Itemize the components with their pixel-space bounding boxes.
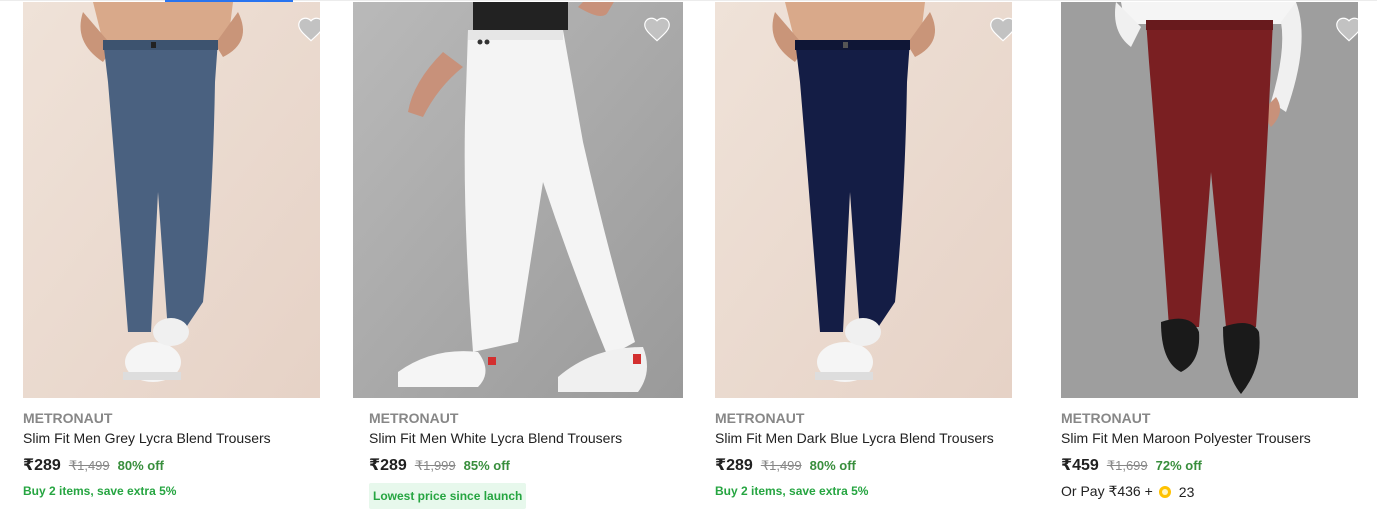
- white-trousers-photo: [353, 2, 683, 398]
- lowest-price-badge: Lowest price since launch: [369, 483, 527, 509]
- product-image[interactable]: [1061, 2, 1358, 398]
- discount-percent: 80% off: [117, 458, 164, 473]
- heart-icon: [1336, 17, 1358, 42]
- heart-icon: [644, 17, 670, 42]
- original-price: ₹1,999: [414, 458, 456, 473]
- wishlist-heart-icon[interactable]: [297, 16, 320, 42]
- discount-percent: 80% off: [809, 458, 856, 473]
- coin-count: 23: [1178, 483, 1195, 500]
- grey-trousers-photo: [23, 2, 320, 398]
- maroon-trousers-photo: [1061, 2, 1358, 398]
- product-title-link[interactable]: Slim Fit Men Grey Lycra Blend Trousers: [23, 430, 271, 446]
- wishlist-heart-icon[interactable]: [1335, 16, 1358, 42]
- product-card-white-trousers[interactable]: METRONAUT Slim Fit Men White Lycra Blend…: [353, 2, 683, 509]
- product-brand: METRONAUT: [715, 410, 805, 426]
- original-price: ₹1,499: [760, 458, 802, 473]
- original-price: ₹1,499: [68, 458, 110, 473]
- product-title-link[interactable]: Slim Fit Men Maroon Polyester Trousers: [1061, 430, 1311, 446]
- product-card-maroon-trousers[interactable]: METRONAUT Slim Fit Men Maroon Polyester …: [1061, 2, 1358, 500]
- price-row: ₹289 ₹1,999 85% off: [369, 455, 510, 475]
- product-brand: METRONAUT: [1061, 410, 1151, 426]
- original-price: ₹1,699: [1106, 458, 1148, 473]
- wishlist-heart-icon[interactable]: [643, 16, 671, 42]
- bundle-offer: Buy 2 items, save extra 5%: [715, 484, 869, 498]
- selling-price: ₹459: [1061, 457, 1099, 474]
- product-card-dark-blue-trousers[interactable]: METRONAUT Slim Fit Men Dark Blue Lycra B…: [715, 2, 1012, 498]
- product-card-grey-trousers[interactable]: METRONAUT Slim Fit Men Grey Lycra Blend …: [23, 2, 320, 498]
- dark-blue-trousers-photo: [715, 2, 1012, 398]
- product-brand: METRONAUT: [23, 410, 113, 426]
- selling-price: ₹289: [23, 457, 61, 474]
- pay-with-coins: Or Pay ₹436 + 23: [1061, 483, 1194, 500]
- product-image[interactable]: [353, 2, 683, 398]
- product-image[interactable]: [715, 2, 1012, 398]
- wishlist-heart-icon[interactable]: [989, 16, 1012, 42]
- supercoin-icon: [1158, 485, 1171, 498]
- selling-price: ₹289: [715, 457, 753, 474]
- discount-percent: 85% off: [463, 458, 510, 473]
- price-row: ₹289 ₹1,499 80% off: [715, 455, 856, 475]
- product-title-link[interactable]: Slim Fit Men White Lycra Blend Trousers: [369, 430, 622, 446]
- product-image[interactable]: [23, 2, 320, 398]
- price-row: ₹459 ₹1,699 72% off: [1061, 455, 1202, 475]
- heart-icon: [990, 17, 1012, 42]
- product-brand: METRONAUT: [369, 410, 459, 426]
- selling-price: ₹289: [369, 457, 407, 474]
- bundle-offer: Buy 2 items, save extra 5%: [23, 484, 177, 498]
- pay-with-coins-text: Or Pay ₹436 +: [1061, 483, 1153, 499]
- price-row: ₹289 ₹1,499 80% off: [23, 455, 164, 475]
- heart-icon: [298, 17, 320, 42]
- discount-percent: 72% off: [1155, 458, 1202, 473]
- product-title-link[interactable]: Slim Fit Men Dark Blue Lycra Blend Trous…: [715, 430, 994, 446]
